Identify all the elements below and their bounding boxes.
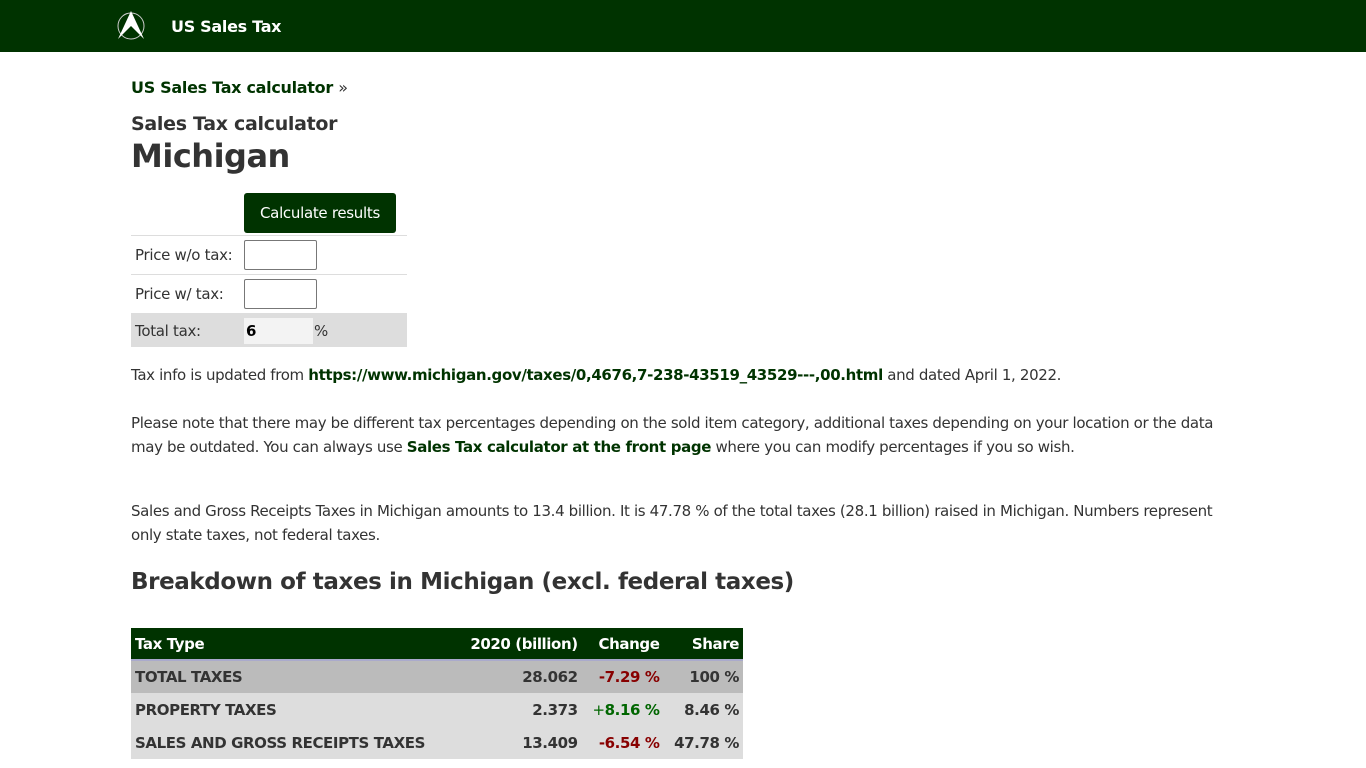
page-subtitle: Sales Tax calculator <box>131 113 338 135</box>
col-change: Change <box>581 628 664 661</box>
breakdown-heading: Breakdown of taxes in Michigan (excl. fe… <box>131 569 794 595</box>
table-row: PROPERTY TAXES 2.373 +8.16 % 8.46 % <box>131 693 743 726</box>
tax-type-cell: PROPERTY TAXES <box>131 693 456 726</box>
front-page-calculator-link[interactable]: Sales Tax calculator at the front page <box>407 438 712 456</box>
disclaimer-suffix: where you can modify percentages if you … <box>711 438 1075 456</box>
tax-info-paragraph: Tax info is updated from https://www.mic… <box>131 363 1236 387</box>
page-title: Michigan <box>131 137 290 175</box>
calculator-form: Calculate results Price w/o tax: Price w… <box>131 191 407 347</box>
price-without-tax-label: Price w/o tax: <box>135 246 233 264</box>
main-content: US Sales Tax calculator » Sales Tax calc… <box>131 52 1236 759</box>
price-with-tax-input[interactable] <box>244 279 317 309</box>
tax-info-prefix: Tax info is updated from <box>131 366 309 384</box>
disclaimer-paragraph: Please note that there may be different … <box>131 411 1236 459</box>
share-cell: 8.46 % <box>663 693 743 726</box>
breadcrumb-separator: » <box>338 78 348 97</box>
change-cell: -7.29 % <box>581 660 664 693</box>
price-without-tax-input[interactable] <box>244 240 317 270</box>
total-tax-input[interactable] <box>244 317 313 344</box>
calculate-results-button[interactable]: Calculate results <box>244 193 396 233</box>
share-cell: 47.78 % <box>663 726 743 759</box>
tax-info-suffix: and dated April 1, 2022. <box>882 366 1062 384</box>
tax-type-cell: TOTAL TAXES <box>131 660 456 693</box>
total-tax-label: Total tax: <box>135 321 201 340</box>
sales-tax-summary-paragraph: Sales and Gross Receipts Taxes in Michig… <box>131 502 1213 544</box>
tax-breakdown-table: Tax Type 2020 (billion) Change Share TOT… <box>131 628 743 759</box>
percent-sign: % <box>314 321 329 340</box>
compass-logo-icon[interactable] <box>114 9 148 43</box>
value-cell: 2.373 <box>455 693 582 726</box>
breadcrumb-home-link[interactable]: US Sales Tax calculator <box>131 78 333 97</box>
brand-name[interactable]: US Sales Tax <box>171 17 282 36</box>
breadcrumb: US Sales Tax calculator » <box>131 78 1236 97</box>
price-with-tax-label: Price w/ tax: <box>135 285 224 303</box>
change-sign: + <box>592 700 605 719</box>
share-cell: 100 % <box>663 660 743 693</box>
table-header-row: Tax Type 2020 (billion) Change Share <box>131 628 743 661</box>
change-value: 8.16 % <box>604 700 660 719</box>
value-cell: 13.409 <box>455 726 582 759</box>
michigan-gov-link[interactable]: https://www.michigan.gov/taxes/0,4676,7-… <box>308 366 883 384</box>
table-row: SALES AND GROSS RECEIPTS TAXES 13.409 -6… <box>131 726 743 759</box>
col-tax-type: Tax Type <box>131 628 456 661</box>
table-row: TOTAL TAXES 28.062 -7.29 % 100 % <box>131 660 743 693</box>
change-cell: -6.54 % <box>581 726 664 759</box>
tax-type-cell: SALES AND GROSS RECEIPTS TAXES <box>131 726 456 759</box>
col-2020-billion: 2020 (billion) <box>455 628 582 661</box>
col-share: Share <box>663 628 743 661</box>
change-cell: +8.16 % <box>581 693 664 726</box>
value-cell: 28.062 <box>455 660 582 693</box>
top-nav-bar: US Sales Tax <box>0 0 1366 52</box>
